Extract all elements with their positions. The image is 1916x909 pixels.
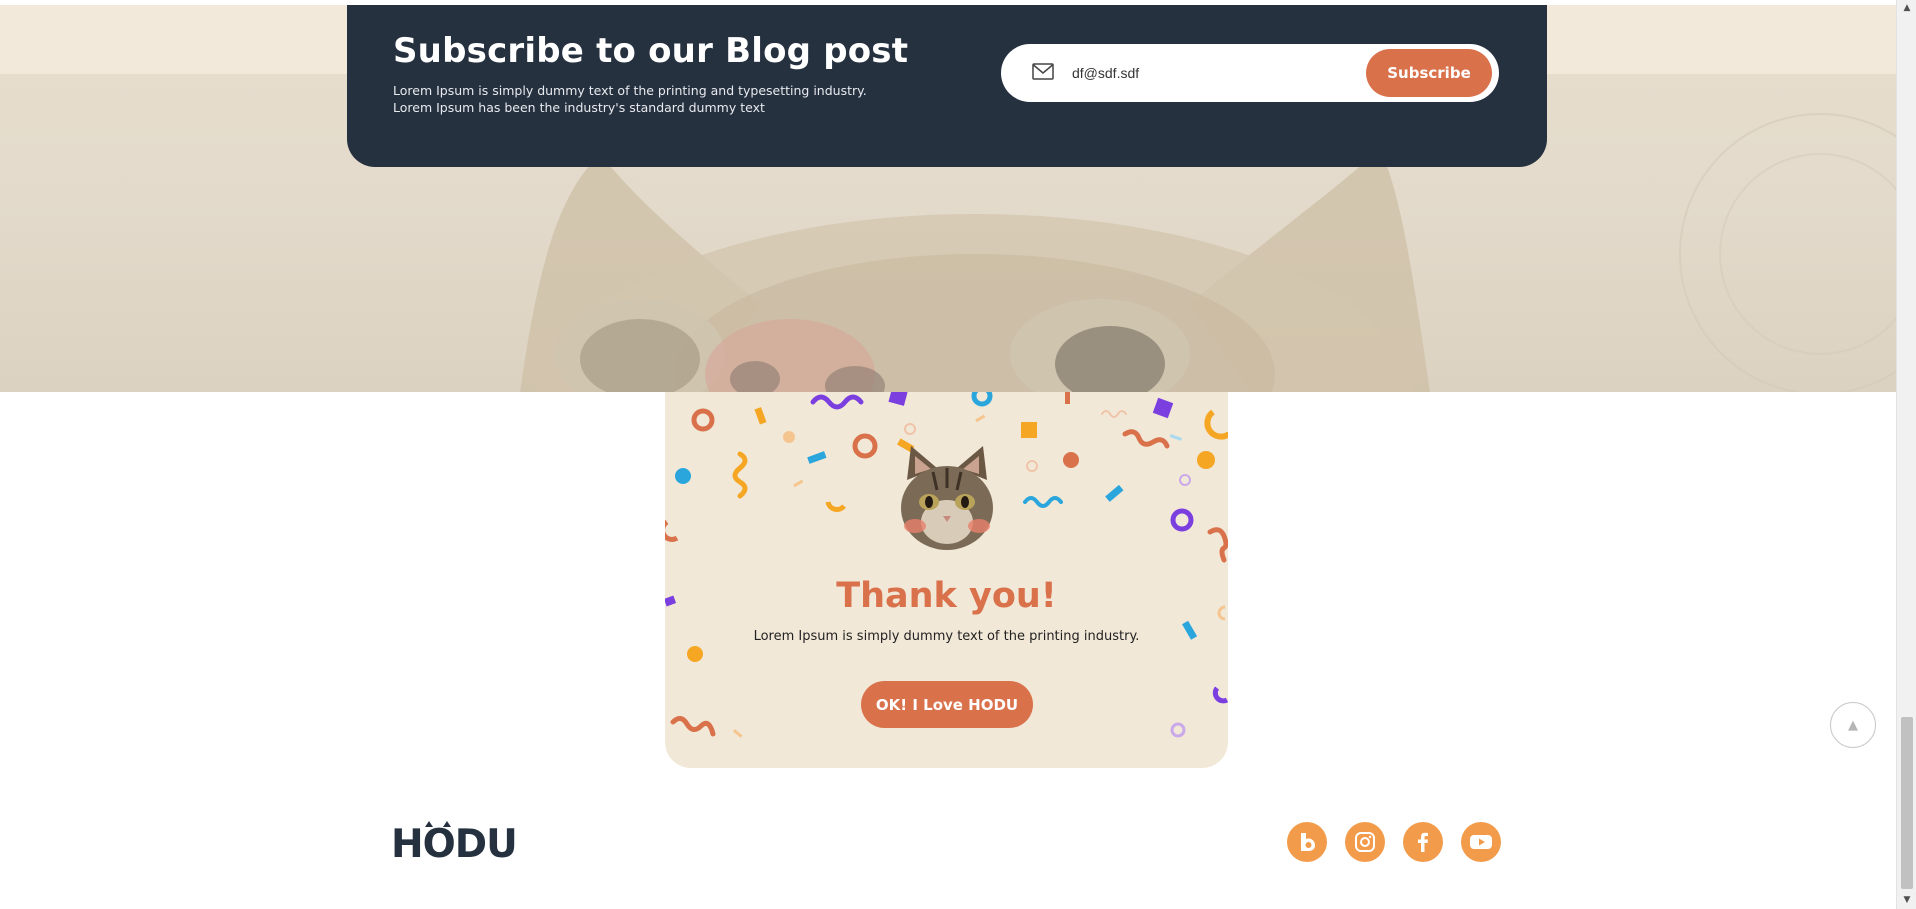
subscribe-description: Lorem Ipsum is simply dummy text of the … [393,82,913,116]
thank-you-title: Thank you! [836,576,1057,616]
thank-you-message: Lorem Ipsum is simply dummy text of the … [753,629,1140,644]
instagram-link[interactable] [1345,822,1385,862]
subscribe-button[interactable]: Subscribe [1366,49,1492,97]
hodu-logo-text: HODU [391,822,516,863]
scroll-down-arrow[interactable]: ▼ [1897,892,1916,909]
blog-b-icon [1301,833,1315,851]
youtube-link[interactable] [1461,822,1501,862]
subscribe-section: Subscribe to our Blog post Lorem Ipsum i… [347,5,1547,167]
social-links [1287,822,1503,862]
subscribe-description-line1: Lorem Ipsum is simply dummy text of the … [393,83,867,98]
subscribe-title: Subscribe to our Blog post [393,31,909,71]
instagram-icon [1355,832,1375,852]
thank-you-modal: Thank you! Lorem Ipsum is simply dummy t… [665,392,1228,768]
blog-link[interactable] [1287,822,1327,862]
subscribe-description-line2: Lorem Ipsum has been the industry's stan… [393,100,765,115]
hodu-logo[interactable]: HODU [391,821,516,863]
ok-love-hodu-button[interactable]: OK! I Love HODU [861,681,1033,728]
scroll-to-top-button[interactable]: ▲ [1830,702,1876,748]
page: Subscribe to our Blog post Lorem Ipsum i… [0,0,1896,909]
cat-face-image [901,446,993,550]
chevron-up-icon: ▲ [1848,717,1858,733]
vertical-scrollbar[interactable]: ▲ ▼ [1896,0,1916,909]
scrollbar-thumb[interactable] [1901,717,1913,889]
mail-icon [1032,63,1054,80]
scroll-up-arrow[interactable]: ▲ [1897,0,1916,17]
facebook-link[interactable] [1403,822,1443,862]
youtube-icon [1470,835,1492,849]
facebook-icon [1418,832,1428,852]
email-input[interactable] [1070,58,1350,88]
subscribe-form: Subscribe [1001,44,1499,102]
